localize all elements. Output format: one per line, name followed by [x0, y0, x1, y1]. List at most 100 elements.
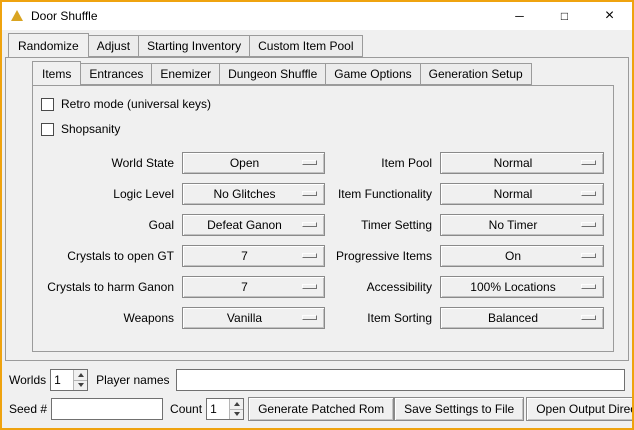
arrow-down-icon	[78, 383, 84, 387]
item-pool-dropdown[interactable]: Normal	[440, 152, 604, 174]
dropdown-indicator-icon	[581, 160, 596, 165]
progressive-items-dropdown[interactable]: On	[440, 245, 604, 267]
window-title: Door Shuffle	[31, 9, 98, 23]
shopsanity-label: Shopsanity	[61, 122, 120, 136]
dropdown-indicator-icon	[302, 253, 317, 258]
count-spin-up-button[interactable]	[230, 399, 243, 409]
progressive-items-label: Progressive Items	[333, 249, 432, 263]
item-functionality-dropdown[interactable]: Normal	[440, 183, 604, 205]
timer-setting-label: Timer Setting	[333, 218, 432, 232]
sub-notebook: Items Entrances Enemizer Dungeon Shuffle…	[32, 61, 614, 352]
accessibility-label: Accessibility	[333, 280, 432, 294]
goal-dropdown[interactable]: Defeat Ganon	[182, 214, 325, 236]
retro-mode-label: Retro mode (universal keys)	[61, 97, 211, 111]
tab-custom-item-pool[interactable]: Custom Item Pool	[249, 35, 362, 57]
subtab-items[interactable]: Items	[32, 61, 81, 86]
seed-input[interactable]	[51, 398, 163, 420]
worlds-spinbox	[50, 369, 88, 391]
count-input[interactable]	[207, 399, 229, 419]
item-pool-label: Item Pool	[333, 156, 432, 170]
dropdown-indicator-icon	[581, 191, 596, 196]
retro-mode-row: Retro mode (universal keys)	[41, 94, 613, 114]
tab-adjust[interactable]: Adjust	[88, 35, 139, 57]
item-pool-value: Normal	[494, 156, 533, 170]
arrow-up-icon	[78, 373, 84, 377]
close-icon: ×	[605, 7, 614, 25]
crystals-ganon-label: Crystals to harm Ganon	[40, 280, 174, 294]
subtab-dungeon-shuffle[interactable]: Dungeon Shuffle	[219, 63, 326, 85]
tab-randomize[interactable]: Randomize	[8, 33, 89, 58]
open-output-button[interactable]: Open Output Directory	[526, 397, 634, 421]
weapons-dropdown[interactable]: Vanilla	[182, 307, 325, 329]
main-notebook: Randomize Adjust Starting Inventory Cust…	[5, 33, 629, 361]
dropdown-indicator-icon	[302, 191, 317, 196]
player-names-input[interactable]	[176, 369, 626, 391]
worlds-row: Worlds Player names	[9, 368, 625, 392]
weapons-value: Vanilla	[227, 311, 262, 325]
crystals-ganon-dropdown[interactable]: 7	[182, 276, 325, 298]
dropdown-indicator-icon	[581, 222, 596, 227]
titlebar: Door Shuffle ─ □ ×	[2, 2, 632, 30]
progressive-items-value: On	[505, 249, 521, 263]
timer-setting-value: No Timer	[489, 218, 538, 232]
dropdown-indicator-icon	[581, 315, 596, 320]
close-button[interactable]: ×	[587, 2, 632, 30]
goal-value: Defeat Ganon	[207, 218, 282, 232]
options-grid: World State Open Item Pool Normal Logic …	[40, 152, 613, 329]
count-spin-down-button[interactable]	[230, 409, 243, 420]
bottom-bar: Worlds Player names Seed # Count	[2, 361, 632, 428]
crystals-gt-label: Crystals to open GT	[40, 249, 174, 263]
sub-tab-bar: Items Entrances Enemizer Dungeon Shuffle…	[32, 61, 614, 85]
item-sorting-label: Item Sorting	[333, 311, 432, 325]
shopsanity-checkbox[interactable]	[41, 123, 54, 136]
crystals-gt-dropdown[interactable]: 7	[182, 245, 325, 267]
shopsanity-row: Shopsanity	[41, 119, 613, 139]
main-tab-bar: Randomize Adjust Starting Inventory Cust…	[5, 33, 629, 57]
worlds-spin-up-button[interactable]	[74, 370, 87, 380]
worlds-spin-down-button[interactable]	[74, 380, 87, 391]
items-panel: Retro mode (universal keys) Shopsanity W…	[32, 85, 614, 352]
subtab-entrances[interactable]: Entrances	[80, 63, 152, 85]
door-shuffle-window: Door Shuffle ─ □ × Randomize Adjust Star…	[0, 0, 634, 430]
crystals-gt-value: 7	[241, 249, 248, 263]
goal-label: Goal	[40, 218, 174, 232]
logic-level-label: Logic Level	[40, 187, 174, 201]
crystals-ganon-value: 7	[241, 280, 248, 294]
arrow-down-icon	[234, 412, 240, 416]
world-state-label: World State	[40, 156, 174, 170]
save-settings-button[interactable]: Save Settings to File	[394, 397, 524, 421]
count-spin-buttons	[229, 399, 243, 419]
subtab-generation-setup[interactable]: Generation Setup	[420, 63, 532, 85]
item-sorting-dropdown[interactable]: Balanced	[440, 307, 604, 329]
world-state-value: Open	[230, 156, 259, 170]
arrow-up-icon	[234, 402, 240, 406]
worlds-spin-buttons	[73, 370, 87, 390]
subtab-enemizer[interactable]: Enemizer	[151, 63, 220, 85]
dropdown-indicator-icon	[581, 253, 596, 258]
logic-level-dropdown[interactable]: No Glitches	[182, 183, 325, 205]
minimize-button[interactable]: ─	[497, 2, 542, 30]
generate-button[interactable]: Generate Patched Rom	[248, 397, 394, 421]
worlds-input[interactable]	[51, 370, 73, 390]
triforce-icon	[11, 10, 23, 21]
dropdown-indicator-icon	[302, 222, 317, 227]
randomize-panel: Items Entrances Enemizer Dungeon Shuffle…	[5, 57, 629, 361]
worlds-label: Worlds	[9, 373, 46, 387]
count-label: Count	[170, 402, 202, 416]
retro-mode-checkbox[interactable]	[41, 98, 54, 111]
accessibility-dropdown[interactable]: 100% Locations	[440, 276, 604, 298]
dropdown-indicator-icon	[302, 284, 317, 289]
world-state-dropdown[interactable]: Open	[182, 152, 325, 174]
timer-setting-dropdown[interactable]: No Timer	[440, 214, 604, 236]
maximize-icon: □	[561, 9, 568, 23]
weapons-label: Weapons	[40, 311, 174, 325]
app-icon	[9, 8, 25, 24]
tab-starting-inventory[interactable]: Starting Inventory	[138, 35, 250, 57]
player-names-label: Player names	[96, 373, 169, 387]
subtab-game-options[interactable]: Game Options	[325, 63, 420, 85]
dropdown-indicator-icon	[581, 284, 596, 289]
maximize-button[interactable]: □	[542, 2, 587, 30]
count-spinbox	[206, 398, 244, 420]
caption-buttons: ─ □ ×	[497, 2, 632, 30]
logic-level-value: No Glitches	[213, 187, 275, 201]
